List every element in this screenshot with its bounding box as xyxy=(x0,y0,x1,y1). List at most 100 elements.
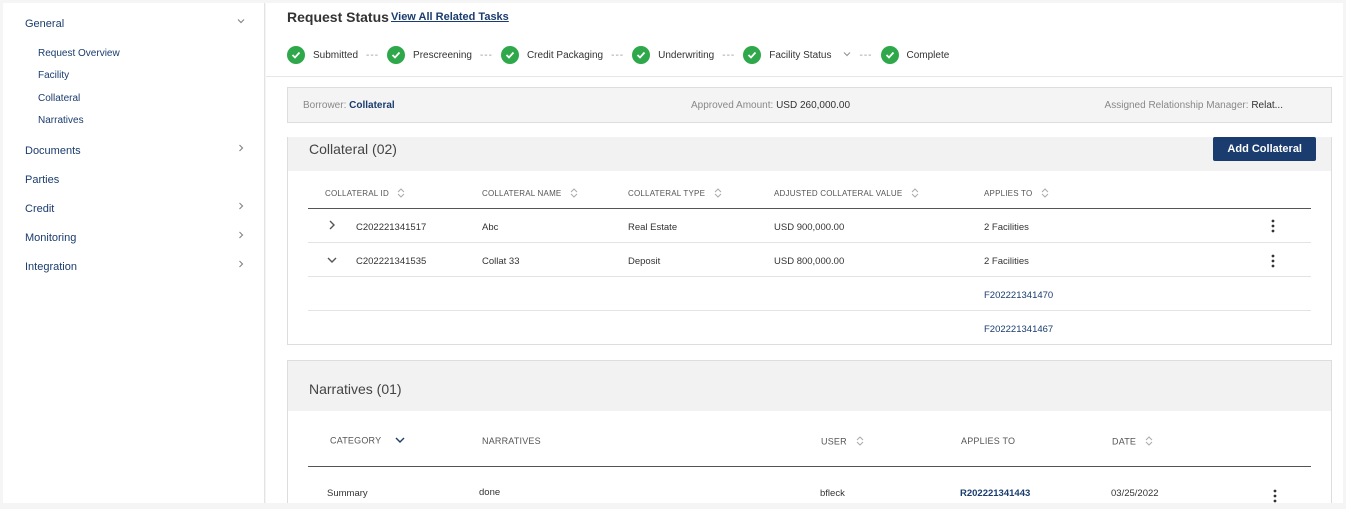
step-prescreening[interactable]: Prescreening xyxy=(387,46,472,64)
step-label: Underwriting xyxy=(658,49,715,61)
sort-icon[interactable] xyxy=(397,188,405,200)
sidebar-sub-request-overview[interactable]: Request Overview xyxy=(38,48,120,59)
column-label: COLLATERAL ID xyxy=(325,189,389,199)
kebab-menu-icon[interactable] xyxy=(1271,254,1275,270)
cell-collateral-name: Abc xyxy=(482,222,499,233)
chevron-down-icon[interactable] xyxy=(236,16,246,29)
step-label: Complete xyxy=(906,49,950,61)
cell-applies-to: 2 Facilities xyxy=(984,222,1029,233)
cell-collateral-id: C202221341517 xyxy=(356,222,427,233)
check-circle-icon xyxy=(632,46,651,64)
manager-value: Relat... xyxy=(1251,100,1283,111)
sidebar-item-label: General xyxy=(25,18,65,30)
cell-applies-to-link[interactable]: R202221341443 xyxy=(960,488,1030,499)
cell-user: bfleck xyxy=(820,488,845,499)
cell-adjusted-value: USD 800,000.00 xyxy=(774,256,845,267)
sort-icon[interactable] xyxy=(1145,436,1153,448)
kebab-menu-icon[interactable] xyxy=(1273,489,1277,503)
chevron-down-icon[interactable] xyxy=(326,254,338,268)
chevron-right-icon[interactable] xyxy=(236,201,246,214)
col-header-narratives: NARRATIVES xyxy=(482,436,541,446)
sort-icon[interactable] xyxy=(570,188,578,200)
chevron-right-icon[interactable] xyxy=(236,143,246,156)
cell-collateral-name: Collat 33 xyxy=(482,256,520,267)
col-header-category[interactable]: CATEGORY xyxy=(330,435,406,447)
app-frame: General Request Overview Facility Collat… xyxy=(0,0,1346,509)
chevron-right-icon[interactable] xyxy=(236,259,246,272)
chevron-right-icon[interactable] xyxy=(236,230,246,243)
amount-label: Approved Amount: xyxy=(691,100,774,111)
col-header-collateral-type[interactable]: COLLATERAL TYPE xyxy=(628,188,722,200)
amount-field: Approved Amount: USD 260,000.00 xyxy=(691,100,850,111)
step-underwriting[interactable]: Underwriting xyxy=(632,46,714,64)
sort-icon[interactable] xyxy=(911,188,919,200)
step-submitted[interactable]: Submitted xyxy=(287,46,358,64)
cell-category: Summary xyxy=(327,488,368,499)
sidebar-sub-facility[interactable]: Facility xyxy=(38,70,69,81)
column-label: CATEGORY xyxy=(330,435,382,446)
add-collateral-button[interactable]: Add Collateral xyxy=(1213,137,1316,161)
status-stepper: Submitted --- Prescreening --- Credit Pa… xyxy=(287,44,949,66)
facility-link[interactable]: F202221341470 xyxy=(984,290,1053,301)
collateral-title: Collateral (02) xyxy=(309,141,397,157)
check-circle-icon xyxy=(500,46,519,64)
check-circle-icon xyxy=(287,46,305,64)
sort-icon[interactable] xyxy=(1041,188,1049,200)
sidebar-item-integration[interactable]: Integration xyxy=(25,261,77,273)
facility-link[interactable]: F202221341467 xyxy=(984,324,1053,335)
chevron-right-icon[interactable] xyxy=(327,219,337,234)
col-header-collateral-id[interactable]: COLLATERAL ID xyxy=(325,188,405,200)
step-complete[interactable]: Complete xyxy=(880,46,950,64)
column-label: APPLIES TO xyxy=(961,436,1016,446)
step-label: Facility Status xyxy=(769,49,832,61)
step-separator: --- xyxy=(479,49,493,61)
step-separator: --- xyxy=(611,49,625,61)
collateral-card-header: Collateral (02) Add Collateral xyxy=(288,137,1331,171)
col-header-applies-to[interactable]: APPLIES TO xyxy=(984,188,1049,200)
cell-applies-to: 2 Facilities xyxy=(984,256,1029,267)
step-separator: --- xyxy=(366,49,380,61)
borrower-link[interactable]: Collateral xyxy=(349,100,395,111)
chevron-down-icon[interactable] xyxy=(394,435,406,447)
sidebar-item-documents[interactable]: Documents xyxy=(25,145,81,157)
step-credit-packaging[interactable]: Credit Packaging xyxy=(500,46,604,64)
view-tasks-link[interactable]: View All Related Tasks xyxy=(391,11,509,23)
column-label: ADJUSTED COLLATERAL VALUE xyxy=(774,189,903,199)
amount-value: USD 260,000.00 xyxy=(776,100,851,111)
col-header-collateral-name[interactable]: COLLATERAL NAME xyxy=(482,188,578,200)
step-label: Credit Packaging xyxy=(526,49,604,61)
col-header-user[interactable]: USER xyxy=(821,436,864,448)
narratives-card-header: Narratives (01) xyxy=(288,361,1331,411)
step-label: Submitted xyxy=(313,49,359,61)
manager-field: Assigned Relationship Manager: Relat... xyxy=(1105,100,1283,111)
cell-collateral-type: Real Estate xyxy=(628,222,678,233)
header-divider xyxy=(266,76,1343,77)
step-facility-status[interactable]: Facility Status xyxy=(743,46,851,64)
sort-icon[interactable] xyxy=(714,188,722,200)
sidebar-item-parties[interactable]: Parties xyxy=(25,174,59,186)
column-label: COLLATERAL NAME xyxy=(482,189,562,199)
manager-label: Assigned Relationship Manager: xyxy=(1104,100,1249,111)
borrower-field: Borrower: Collateral xyxy=(303,100,395,111)
sidebar-item-monitoring[interactable]: Monitoring xyxy=(25,232,76,244)
column-label: USER xyxy=(821,436,847,447)
check-circle-icon xyxy=(387,46,406,64)
kebab-menu-icon[interactable] xyxy=(1271,219,1275,235)
column-label: NARRATIVES xyxy=(482,436,541,446)
sidebar: General Request Overview Facility Collat… xyxy=(3,3,265,503)
cell-narrative: done xyxy=(479,487,501,498)
sidebar-item-credit[interactable]: Credit xyxy=(25,203,54,215)
sidebar-sub-narratives[interactable]: Narratives xyxy=(38,115,84,126)
sort-icon[interactable] xyxy=(856,436,864,448)
column-label: DATE xyxy=(1112,436,1137,447)
sidebar-item-general[interactable]: General xyxy=(25,18,64,30)
row-divider xyxy=(308,242,1311,243)
col-header-date[interactable]: DATE xyxy=(1112,436,1153,448)
step-separator: --- xyxy=(859,49,873,61)
sidebar-sub-collateral[interactable]: Collateral xyxy=(38,93,80,104)
cell-collateral-id: C202221341535 xyxy=(356,256,427,267)
table-header-rule xyxy=(308,208,1311,209)
col-header-adjusted-value[interactable]: ADJUSTED COLLATERAL VALUE xyxy=(774,188,919,200)
check-circle-icon xyxy=(743,46,762,64)
chevron-down-icon[interactable] xyxy=(842,49,852,62)
